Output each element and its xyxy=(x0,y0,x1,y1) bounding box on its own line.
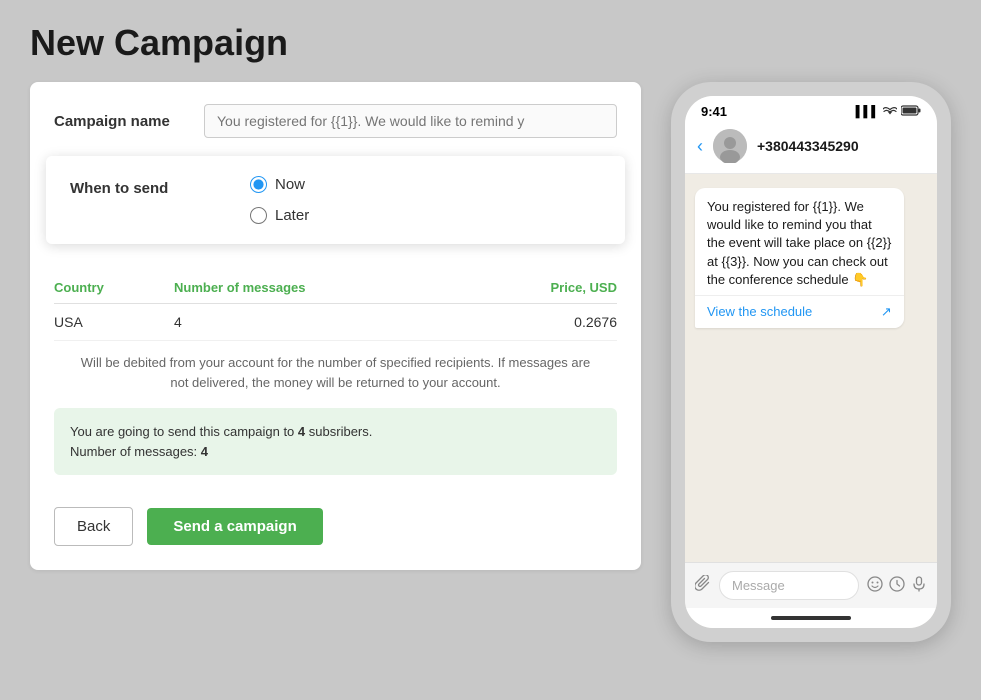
info-subscribers-count: 4 xyxy=(298,424,305,439)
back-button[interactable]: Back xyxy=(54,507,133,546)
info-box: You are going to send this campaign to 4… xyxy=(54,408,617,475)
page-title: New Campaign xyxy=(0,0,981,82)
debit-note: Will be debited from your account for th… xyxy=(54,353,617,392)
radio-options: Now Later xyxy=(250,176,309,224)
message-input[interactable]: Message xyxy=(719,571,859,600)
col-messages-header: Number of messages xyxy=(174,280,517,295)
col-country-header: Country xyxy=(54,280,174,295)
campaign-name-row: Campaign name xyxy=(30,82,641,156)
emoji-icon[interactable] xyxy=(867,576,883,595)
buttons-row: Back Send a campaign xyxy=(30,491,641,570)
recipients-table-section: Country Number of messages Price, USD US… xyxy=(30,252,641,392)
input-icons xyxy=(867,576,927,595)
table-header: Country Number of messages Price, USD xyxy=(54,272,617,304)
cell-price: 0.2676 xyxy=(517,314,617,330)
view-schedule-link[interactable]: View the schedule ↗ xyxy=(695,295,904,328)
phone-home-indicator xyxy=(685,608,937,628)
info-line2: Number of messages: xyxy=(70,444,197,459)
info-messages-count-val: 4 xyxy=(201,444,208,459)
status-time: 9:41 xyxy=(701,104,727,119)
when-to-send-row: When to send Now Later xyxy=(70,176,601,224)
info-box-label: subsribers. xyxy=(309,424,373,439)
view-schedule-label: View the schedule xyxy=(707,304,812,319)
phone-input-bar: Message xyxy=(685,562,937,608)
campaign-name-input[interactable] xyxy=(204,104,617,138)
mic-icon[interactable] xyxy=(911,576,927,595)
signal-icon: ▌▌▌ xyxy=(856,106,879,118)
status-icons: ▌▌▌ xyxy=(856,104,921,119)
radio-now-option[interactable]: Now xyxy=(250,176,309,193)
campaign-name-label: Campaign name xyxy=(54,113,204,130)
link-arrow-icon: ↗ xyxy=(881,304,892,320)
when-to-send-label: When to send xyxy=(70,176,220,197)
battery-icon xyxy=(901,105,921,119)
message-text: You registered for {{1}}. We would like … xyxy=(707,199,891,287)
home-bar xyxy=(771,616,851,620)
send-campaign-button[interactable]: Send a campaign xyxy=(147,508,322,545)
cell-messages: 4 xyxy=(174,314,517,330)
radio-later-label: Later xyxy=(275,207,309,224)
info-line1: You are going to send this campaign to xyxy=(70,424,294,439)
campaign-form-panel: Campaign name When to send Now Later xyxy=(30,82,641,570)
message-bubble: You registered for {{1}}. We would like … xyxy=(695,188,904,328)
messages-area: You registered for {{1}}. We would like … xyxy=(685,174,937,562)
contact-name: +380443345290 xyxy=(757,138,859,154)
radio-later-input[interactable] xyxy=(250,207,267,224)
table-row: USA 4 0.2676 xyxy=(54,304,617,341)
phone-header: ‹ +380443345290 xyxy=(685,123,937,174)
phone-screen: 9:41 ▌▌▌ xyxy=(685,96,937,628)
phone-back-arrow[interactable]: ‹ xyxy=(697,136,703,157)
phone-status-bar: 9:41 ▌▌▌ xyxy=(685,96,937,123)
when-to-send-panel: When to send Now Later xyxy=(46,156,625,244)
clock-icon[interactable] xyxy=(889,576,905,595)
col-price-header: Price, USD xyxy=(517,280,617,295)
radio-now-input[interactable] xyxy=(250,176,267,193)
radio-later-option[interactable]: Later xyxy=(250,207,309,224)
info-box-text: You are going to send this campaign to 4… xyxy=(70,422,601,461)
message-placeholder: Message xyxy=(732,578,785,593)
contact-avatar xyxy=(713,129,747,163)
attachment-icon[interactable] xyxy=(695,575,711,596)
radio-now-label: Now xyxy=(275,176,305,193)
phone-preview-panel: 9:41 ▌▌▌ xyxy=(671,82,951,642)
wifi-icon xyxy=(883,104,897,119)
cell-country: USA xyxy=(54,314,174,330)
phone-mockup: 9:41 ▌▌▌ xyxy=(671,82,951,642)
